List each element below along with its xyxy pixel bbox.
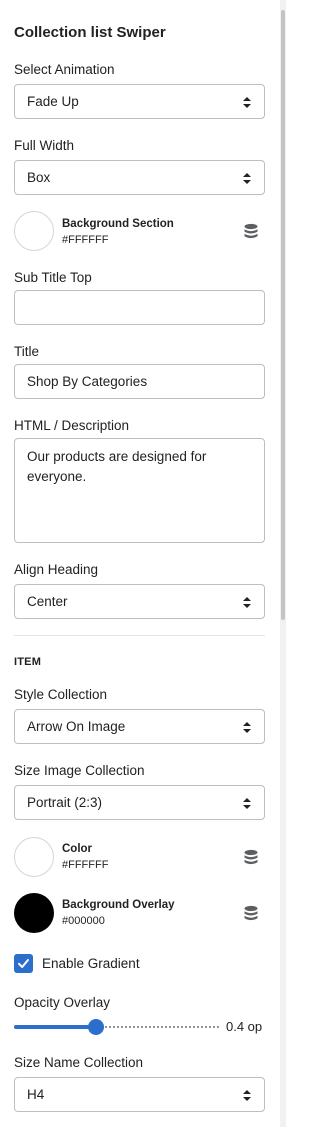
sort-arrows-icon	[243, 97, 251, 108]
opacity-overlay-value: 0.4 op	[226, 1019, 263, 1034]
sort-arrows-icon	[243, 173, 251, 184]
slider-track-fill	[14, 1025, 96, 1029]
style-collection-value: Arrow On Image	[27, 719, 126, 734]
size-name-collection-select[interactable]: H4	[14, 1077, 265, 1112]
sort-arrows-icon	[243, 597, 251, 608]
section-divider	[14, 635, 265, 636]
checkmark-icon	[18, 959, 29, 968]
align-heading-value: Center	[27, 594, 68, 609]
select-animation-select[interactable]: Fade Up	[14, 84, 265, 119]
database-icon[interactable]	[243, 905, 259, 922]
html-description-label: HTML / Description	[14, 418, 130, 433]
panel-title: Collection list Swiper	[14, 24, 166, 41]
database-icon[interactable]	[243, 223, 259, 240]
item-section-heading: ITEM	[14, 656, 42, 668]
opacity-overlay-label: Opacity Overlay	[14, 995, 111, 1010]
database-icon[interactable]	[243, 849, 259, 866]
background-section-swatch[interactable]	[14, 211, 54, 251]
html-description-value: Our products are designed for everyone.	[27, 449, 207, 484]
sort-arrows-icon	[243, 722, 251, 733]
enable-gradient-label: Enable Gradient	[42, 956, 140, 971]
slider-thumb[interactable]	[88, 1019, 104, 1035]
style-collection-select[interactable]: Arrow On Image	[14, 709, 265, 744]
title-input-value: Shop By Categories	[27, 374, 148, 389]
sub-title-top-input[interactable]	[14, 290, 265, 325]
sort-arrows-icon	[243, 798, 251, 809]
size-image-collection-value: Portrait (2:3)	[27, 795, 103, 810]
full-width-value: Box	[27, 170, 51, 185]
enable-gradient-checkbox[interactable]	[14, 954, 33, 973]
background-overlay-hex: #000000	[62, 915, 105, 927]
color-name: Color	[62, 843, 93, 855]
settings-panel: Collection list Swiper Select Animation …	[0, 0, 280, 1127]
scrollbar-thumb[interactable]	[281, 10, 285, 620]
align-heading-select[interactable]: Center	[14, 584, 265, 619]
background-overlay-swatch[interactable]	[14, 893, 54, 933]
opacity-overlay-slider[interactable]	[14, 1018, 219, 1036]
color-swatch[interactable]	[14, 837, 54, 877]
sort-arrows-icon	[243, 1090, 251, 1101]
html-description-textarea[interactable]: Our products are designed for everyone.	[14, 438, 265, 543]
size-image-collection-select[interactable]: Portrait (2:3)	[14, 785, 265, 820]
full-width-select[interactable]: Box	[14, 160, 265, 195]
background-section-hex: #FFFFFF	[62, 234, 109, 246]
title-input[interactable]: Shop By Categories	[14, 364, 265, 399]
size-name-collection-value: H4	[27, 1087, 45, 1102]
size-image-collection-label: Size Image Collection	[14, 763, 145, 778]
full-width-label: Full Width	[14, 138, 75, 153]
slider-track-rest	[104, 1025, 219, 1029]
align-heading-label: Align Heading	[14, 562, 99, 577]
sub-title-top-label: Sub Title Top	[14, 270, 92, 285]
size-name-collection-label: Size Name Collection	[14, 1055, 144, 1070]
title-field-label: Title	[14, 344, 40, 359]
background-overlay-name: Background Overlay	[62, 899, 175, 911]
select-animation-label: Select Animation	[14, 62, 115, 77]
style-collection-label: Style Collection	[14, 687, 108, 702]
color-hex: #FFFFFF	[62, 859, 109, 871]
scrollbar[interactable]	[280, 0, 286, 1127]
select-animation-value: Fade Up	[27, 94, 79, 109]
background-section-name: Background Section	[62, 218, 174, 230]
